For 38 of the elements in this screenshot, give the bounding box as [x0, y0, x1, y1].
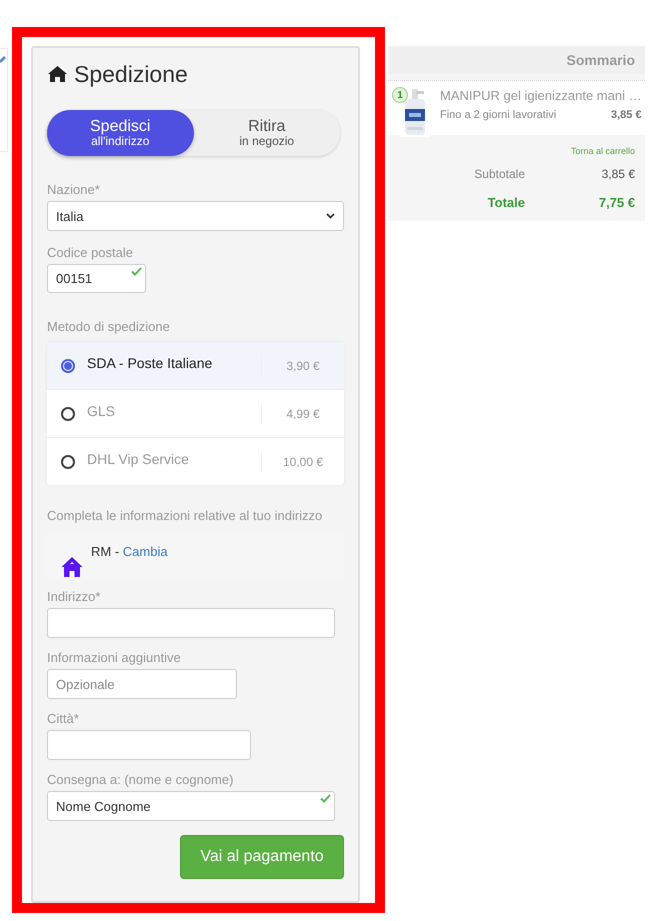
product-name: MANIPUR gel igienizzante mani …	[440, 88, 642, 103]
check-icon	[131, 267, 142, 276]
delivery-time: Fino a 2 giorni lavorativi	[440, 109, 556, 121]
chevron-down-icon	[326, 213, 335, 219]
edit-icon[interactable]	[0, 55, 7, 65]
input-field[interactable]	[47, 608, 335, 638]
house-icon	[61, 556, 83, 578]
total-value: 7,75 €	[598, 194, 635, 210]
field-label: Consegna a: (nome e cognome)	[47, 772, 234, 787]
subtotal-value: 3,85 €	[602, 167, 635, 181]
country-select[interactable]: Italia	[47, 201, 344, 231]
home-icon	[47, 65, 68, 83]
input-field[interactable]	[47, 730, 251, 760]
input-field[interactable]: Opzionale	[47, 669, 237, 699]
field-label: Nazione*	[47, 182, 100, 197]
instruction-text: Completa le informazioni relative al tuo indirizzo	[47, 508, 322, 523]
input-field[interactable]: Nome Cognome	[47, 791, 335, 821]
change-link[interactable]: Cambia	[122, 544, 168, 559]
delivery-mode-tab[interactable]: Spedisci all'indirizzo	[47, 110, 194, 156]
quantity-badge: 1	[392, 87, 408, 103]
section-label: Metodo di spedizione	[47, 319, 170, 334]
field-label: Città*	[47, 711, 79, 726]
radio-button[interactable]	[61, 454, 75, 468]
input-field[interactable]: 00151	[47, 264, 146, 293]
radio-button[interactable]	[61, 358, 75, 372]
field-label: Indirizzo*	[47, 589, 100, 604]
province-text: RM - Cambia	[91, 544, 168, 559]
summary-title: Sommario	[566, 52, 635, 68]
field-label: Informazioni aggiuntive	[47, 650, 181, 665]
shipping-method-option[interactable]: SDA - Poste Italiane 3,90 €	[47, 342, 344, 389]
subtotal-label: Subtotale	[474, 167, 525, 181]
check-icon	[320, 794, 331, 803]
total-label: Totale	[488, 194, 525, 210]
delivery-mode-tab[interactable]: Ritira in negozio	[194, 110, 340, 156]
field-label: Codice postale	[47, 245, 133, 260]
section-title: Spedizione	[74, 60, 188, 88]
item-price: 3,85 €	[610, 109, 642, 121]
radio-button[interactable]	[61, 406, 75, 420]
